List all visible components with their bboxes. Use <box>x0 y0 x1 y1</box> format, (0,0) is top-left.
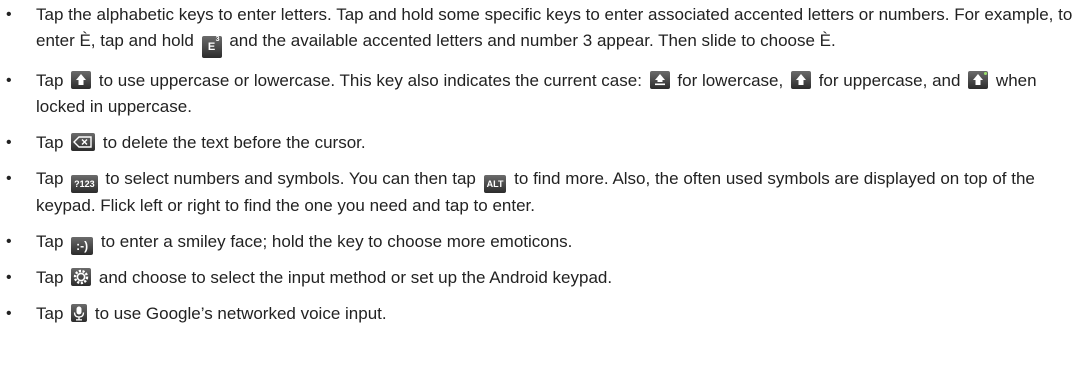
item-text: to select numbers and symbols. You can t… <box>105 169 476 188</box>
shift-lowercase-icon <box>649 71 670 89</box>
list-item: • Tap to use uppercase or lowercase. Thi… <box>0 68 1084 120</box>
list-item: • Tap to use Google’s networked voice in… <box>0 301 1084 327</box>
item-text: Tap <box>36 169 64 188</box>
numbers-key-icon: ?123 <box>71 175 98 193</box>
item-text: Tap <box>36 304 64 323</box>
item-text: Tap <box>36 71 64 90</box>
bullet: • <box>6 6 12 23</box>
list-item: • Tap to delete the text before the curs… <box>0 130 1084 156</box>
list-item: • Tap :-) to enter a smiley face; hold t… <box>0 229 1084 255</box>
shift-uppercase-icon <box>790 71 811 89</box>
item-text: to use Google’s networked voice input. <box>94 304 387 323</box>
item-text: to enter a smiley face; hold the key to … <box>100 232 573 251</box>
item-text: for uppercase, and <box>818 71 961 90</box>
item-text: to delete the text before the cursor. <box>102 133 366 152</box>
bullet: • <box>6 134 12 151</box>
bullet: • <box>6 269 12 286</box>
shift-icon <box>71 71 92 89</box>
item-text: Tap <box>36 232 64 251</box>
item-text: and the available accented letters and n… <box>229 31 836 50</box>
bullet: • <box>6 72 12 89</box>
item-text: Tap <box>36 268 64 287</box>
bullet: • <box>6 170 12 187</box>
bullet: • <box>6 233 12 250</box>
list-item: • Tap ?123 to select numbers and symbols… <box>0 166 1084 219</box>
alt-key-icon: ALT <box>483 175 507 193</box>
instruction-list: • Tap the alphabetic keys to enter lette… <box>0 2 1084 327</box>
shift-locked-icon <box>968 71 989 89</box>
smiley-key-icon: :-) <box>71 237 94 255</box>
microphone-icon <box>71 304 88 322</box>
item-text: Tap <box>36 133 64 152</box>
item-text: and choose to select the input method or… <box>98 268 613 287</box>
item-text: to use uppercase or lowercase. This key … <box>98 71 642 90</box>
gear-icon <box>71 268 92 286</box>
e-key-icon: E3 <box>201 36 222 58</box>
item-text: for lowercase, <box>677 71 784 90</box>
list-item: • Tap and choose to select the input met… <box>0 265 1084 291</box>
bullet: • <box>6 305 12 322</box>
list-item: • Tap the alphabetic keys to enter lette… <box>0 2 1084 58</box>
backspace-icon <box>71 133 96 151</box>
